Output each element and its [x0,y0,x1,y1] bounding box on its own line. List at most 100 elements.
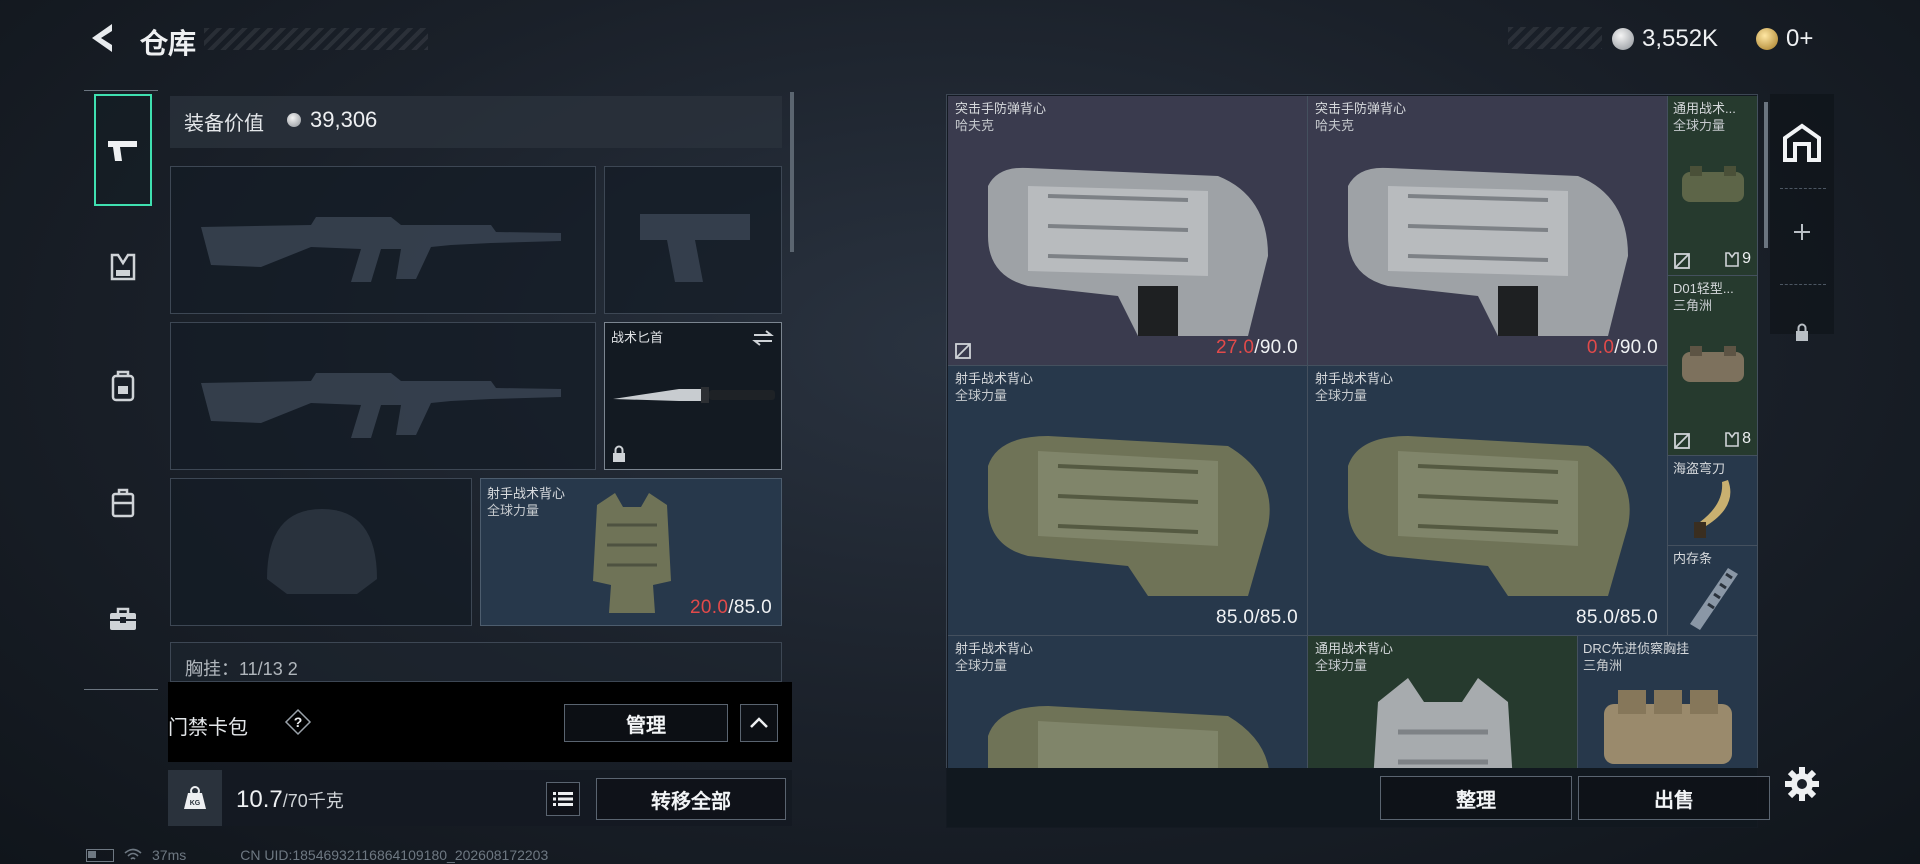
sidebar-item-weapons[interactable] [94,94,152,206]
storage-item-assault-vest-1[interactable]: 突击手防弹背心 哈夫克 27.0/90.0 [948,96,1308,366]
sidebar-item-bag[interactable] [94,488,152,518]
plus-icon [1794,224,1810,240]
bag-icon [111,488,135,518]
knife-icon [613,387,775,403]
keycard-label: 门禁卡包 [168,717,248,739]
item-name: 海盗弯刀 [1673,461,1726,476]
armor-brand: 全球力量 [487,503,540,518]
item-brand: 全球力量 [1315,388,1368,403]
rifle-silhouette-icon [201,217,561,282]
gear-icon [1785,767,1819,801]
equipment-value-label: 装备价值 [184,113,264,135]
storage-item-utility-vest[interactable]: 通用战术背心 全球力量 [1308,636,1578,768]
weight-current: 10.7 [236,786,283,813]
pistol-icon [108,141,137,161]
gold-coin-icon [1756,28,1778,50]
secondary-weapon-slot[interactable] [170,322,596,470]
item-name: D01轻型... [1673,281,1734,296]
manage-button[interactable]: 管理 [564,704,728,742]
warehouse-tab[interactable] [1772,122,1832,162]
coin-icon [287,113,301,127]
helmet-slot[interactable] [170,478,472,626]
item-name: DRC先进侦察胸挂 [1583,641,1690,656]
capacity-count: 8 [1742,430,1751,447]
svg-text:KG: KG [190,800,201,807]
locked-storage-tab[interactable] [1772,322,1832,342]
storage-item-marksman-vest-1[interactable]: 射手战术背心 全球力量 85.0/85.0 [948,366,1308,636]
armor-durability-max: /85.0 [728,597,772,618]
weight-max: /70千克 [282,791,344,811]
settings-button[interactable] [1782,764,1822,804]
vest-icon [110,253,136,281]
storage-item-utility-bag[interactable]: 通用战术... 全球力量 9 [1668,96,1758,276]
ram-stick-icon [1690,568,1738,630]
kg-weight-icon: KG [184,786,206,809]
no-insure-icon [955,343,971,359]
currency-amount: 3,552K [1642,25,1719,52]
pistol-slot[interactable] [604,166,782,314]
item-brand: 三角洲 [1583,658,1623,673]
collapse-button[interactable] [740,704,778,742]
marksman-vest-icon [988,436,1270,596]
capacity-badge: 8 [1724,430,1751,448]
page-title: 仓库 [140,28,197,59]
transfer-all-button[interactable]: 转移全部 [596,778,786,820]
durability-current: 0.0 [1586,337,1615,358]
capacity-badge: 9 [1724,250,1751,268]
sidebar-item-vest[interactable] [94,252,152,282]
rail-divider [1780,284,1826,285]
currency-display[interactable]: 3,552K [1612,24,1718,54]
coin-icon [1612,28,1634,50]
title-hatch [204,28,428,50]
list-view-button[interactable] [546,782,580,816]
storage-item-marksman-vest-2[interactable]: 射手战术背心 全球力量 85.0/85.0 [1308,366,1668,636]
duffel-bag-icon [1682,166,1744,202]
armor-durability-current: 20.0 [690,597,729,618]
item-name: 通用战术背心 [1315,641,1394,656]
utility-vest-icon [1373,678,1513,768]
sell-button[interactable]: 出售 [1578,776,1770,820]
item-brand: 哈夫克 [955,118,995,133]
item-brand: 全球力量 [955,658,1008,673]
sort-button[interactable]: 整理 [1380,776,1572,820]
item-name: 突击手防弹背心 [955,101,1047,116]
weight-display: 10.7/70千克 [236,786,344,814]
chest-rig-label: 胸挂：11/13 2 [185,659,298,679]
capacity-count: 9 [1742,250,1751,267]
rifle-silhouette-icon [201,373,561,438]
primary-weapon-slot[interactable] [170,166,596,314]
storage-item-marksman-vest-3[interactable]: 射手战术背心 全球力量 [948,636,1308,768]
storage-item-pirate-sword[interactable]: 海盗弯刀 [1668,456,1758,546]
question-icon: ? [284,708,312,736]
weight-icon-box: KG [168,770,222,826]
secondary-currency-display[interactable]: 0+ [1756,24,1813,54]
melee-name: 战术匕首 [611,330,664,345]
backpack-icon [111,370,135,402]
swap-icon[interactable] [751,329,775,347]
assault-vest-icon [988,167,1268,336]
item-name: 射手战术背心 [955,641,1034,656]
help-button[interactable]: ? [284,708,312,736]
add-storage-button[interactable] [1772,222,1832,242]
sidebar-item-toolbox[interactable] [94,606,152,632]
assault-vest-icon [1348,167,1628,336]
item-name: 射手战术背心 [955,371,1034,386]
chest-rig-row: 胸挂：11/13 2 [170,642,782,682]
storage-scrollbar[interactable] [1764,102,1768,248]
item-name: 通用战术... [1673,101,1736,116]
armor-slot[interactable]: 射手战术背心 全球力量 20.0/85.0 [480,478,782,626]
storage-item-assault-vest-2[interactable]: 突击手防弹背心 哈夫克 0.0/90.0 [1308,96,1668,366]
warehouse-icon [1783,123,1821,162]
storage-item-drc-chest-rig[interactable]: DRC先进侦察胸挂 三角洲 [1578,636,1758,768]
storage-item-d01-bag[interactable]: D01轻型... 三角洲 8 [1668,276,1758,456]
rail-divider [1780,188,1826,189]
chest-rig-icon [1604,690,1732,764]
item-durability: 85.0/85.0 [1216,607,1298,628]
storage-item-memory-stick[interactable]: 内存条 [1668,546,1758,636]
item-brand: 全球力量 [955,388,1008,403]
sidebar-item-backpack[interactable] [94,370,152,402]
lock-icon [1796,323,1808,341]
back-button[interactable] [84,18,124,58]
loadout-scrollbar[interactable] [790,92,794,252]
melee-slot[interactable]: 战术匕首 [604,322,782,470]
